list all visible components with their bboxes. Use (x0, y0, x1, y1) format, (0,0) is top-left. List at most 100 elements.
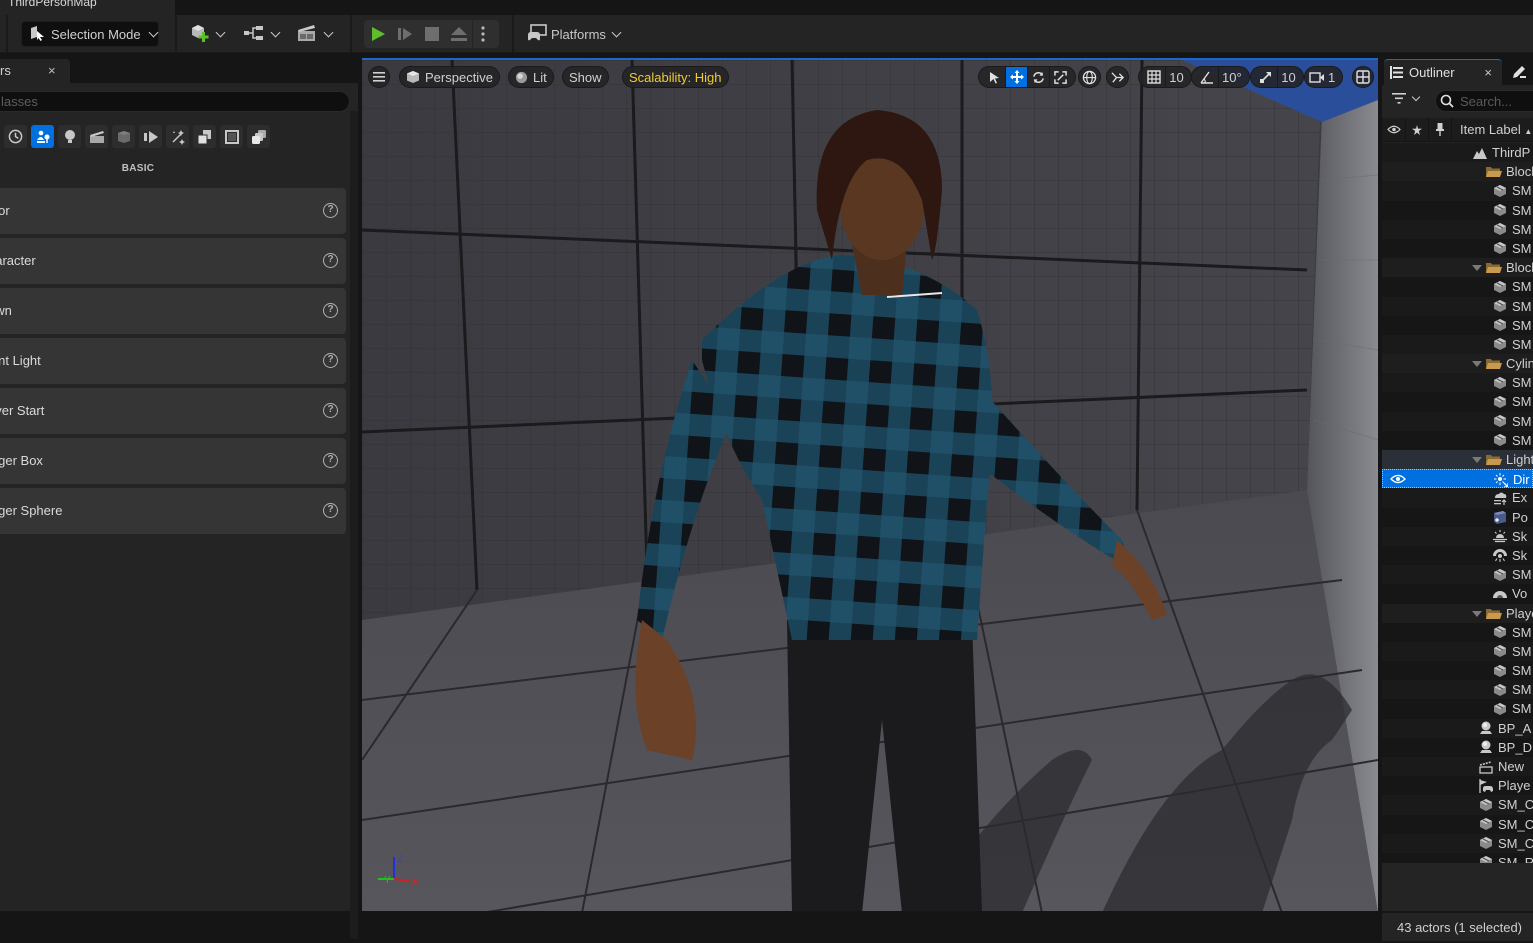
platforms-dropdown[interactable]: Platforms (527, 23, 622, 45)
outliner-actor-row[interactable]: SM (1382, 238, 1533, 259)
visibility-eye-icon[interactable] (1390, 472, 1406, 487)
category-geometry[interactable] (139, 125, 162, 148)
outliner-actor-row[interactable]: Po (1382, 507, 1533, 527)
selection-mode-dropdown[interactable]: Selection Mode (21, 21, 159, 47)
help-icon[interactable]: ? (323, 253, 338, 268)
blueprints-button[interactable] (243, 23, 281, 45)
outliner-actor-row[interactable]: SM_C (1382, 795, 1533, 815)
outliner-tab[interactable]: Outliner × (1384, 59, 1502, 85)
outliner-actor-row[interactable]: SM (1382, 565, 1533, 585)
outliner-folder-row[interactable]: Cylin (1382, 354, 1533, 374)
actor-item-actor[interactable]: ctor? (0, 188, 346, 234)
scale-tool[interactable] (1049, 67, 1071, 87)
play-button[interactable] (364, 20, 391, 48)
outliner-actor-row[interactable]: Sk (1382, 526, 1533, 546)
scale-snap-value[interactable]: 10 (1277, 67, 1299, 87)
outliner-actor-row[interactable]: SM (1382, 200, 1533, 220)
advance-frame-button[interactable] (391, 20, 418, 48)
outliner-folder-row[interactable]: Light (1382, 450, 1533, 470)
outliner-actor-row[interactable]: SM (1382, 219, 1533, 239)
help-icon[interactable]: ? (323, 503, 338, 518)
outliner-actor-row[interactable]: SM (1382, 296, 1533, 316)
outliner-actor-row[interactable]: SM (1382, 661, 1533, 681)
details-tab[interactable] (1508, 59, 1533, 85)
visibility-column[interactable] (1382, 117, 1406, 142)
help-icon[interactable]: ? (323, 453, 338, 468)
category-blueprints[interactable] (247, 125, 270, 148)
rotation-snap-toggle[interactable] (1196, 67, 1218, 87)
outliner-folder-row[interactable]: Block (1382, 162, 1533, 182)
outliner-search-input[interactable]: Search... (1435, 90, 1533, 112)
outliner-actor-row[interactable]: SM (1382, 334, 1533, 355)
outliner-actor-row[interactable]: SM (1382, 392, 1533, 412)
outliner-actor-row[interactable]: New (1382, 757, 1533, 777)
outliner-actor-row[interactable]: SM (1382, 181, 1533, 201)
outliner-actor-row[interactable]: Ex (1382, 488, 1533, 508)
cinematics-button[interactable] (296, 23, 334, 45)
outliner-filter-button[interactable] (1392, 92, 1421, 104)
level-tab[interactable]: ThirdPersonMap (0, 0, 175, 15)
viewport-layout-button[interactable] (1352, 66, 1374, 88)
actor-item-trigger-box[interactable]: igger Box? (0, 438, 346, 484)
lighting-mode-button[interactable]: Lit (508, 66, 554, 88)
outliner-actor-row[interactable]: SM (1382, 373, 1533, 393)
coordinate-space-button[interactable] (1078, 66, 1101, 88)
category-cinematic[interactable] (85, 125, 108, 148)
actor-item-trigger-sphere[interactable]: igger Sphere? (0, 488, 346, 534)
outliner-actor-row[interactable]: SM_C (1382, 833, 1533, 853)
help-icon[interactable]: ? (323, 403, 338, 418)
expand-arrow-icon[interactable] (1472, 361, 1482, 368)
pin-column[interactable] (1429, 117, 1452, 142)
category-lights[interactable] (58, 125, 81, 148)
outliner-actor-row[interactable]: SM (1382, 699, 1533, 719)
outliner-actor-row[interactable]: SM (1382, 622, 1533, 642)
category-visual-effects[interactable] (112, 125, 135, 148)
outliner-actor-row[interactable]: Vo (1382, 584, 1533, 604)
outliner-folder-row[interactable]: Block (1382, 258, 1533, 278)
grid-snap-value[interactable]: 10 (1165, 67, 1187, 87)
rotate-tool[interactable] (1027, 67, 1049, 87)
pinned-column[interactable] (1406, 117, 1429, 142)
category-basic[interactable] (31, 125, 54, 148)
category-volumes[interactable] (166, 125, 189, 148)
close-tab-icon[interactable]: × (1484, 65, 1492, 80)
select-tool[interactable] (983, 67, 1005, 87)
outliner-actor-row[interactable]: SM (1382, 315, 1533, 335)
rotation-snap-value[interactable]: 10° (1218, 67, 1245, 87)
help-icon[interactable]: ? (323, 303, 338, 318)
category-shapes[interactable] (220, 125, 243, 148)
class-search-input[interactable]: lasses (0, 91, 350, 112)
outliner-actor-row[interactable]: SM (1382, 430, 1533, 450)
help-icon[interactable]: ? (323, 203, 338, 218)
close-tab-icon[interactable]: × (48, 59, 56, 83)
stop-button[interactable] (418, 20, 445, 48)
outliner-actor-row[interactable]: SM_C (1382, 814, 1533, 834)
translate-tool[interactable] (1005, 67, 1027, 87)
viewport-menu-button[interactable] (368, 66, 390, 88)
item-label-column[interactable]: Item Label ▲ (1452, 122, 1532, 137)
surface-snapping-button[interactable] (1106, 66, 1129, 88)
level-viewport[interactable]: Perspective Lit Show Scalability: High 1… (362, 58, 1378, 911)
show-flags-button[interactable]: Show (562, 66, 609, 88)
outliner-actor-row[interactable]: Dir (1382, 469, 1533, 489)
quick-add-button[interactable] (190, 23, 226, 45)
panel-scrollbar[interactable] (350, 111, 358, 939)
outliner-actor-row[interactable]: Playe (1382, 776, 1533, 796)
expand-arrow-icon[interactable] (1472, 610, 1482, 617)
camera-speed-button[interactable]: 1 (1304, 66, 1344, 88)
outliner-actor-row[interactable]: SM (1382, 277, 1533, 297)
outliner-actor-row[interactable]: SM (1382, 641, 1533, 662)
outliner-actor-row[interactable]: BP_D (1382, 737, 1533, 757)
outliner-actor-row[interactable]: BP_A (1382, 718, 1533, 738)
scale-snap-toggle[interactable] (1255, 67, 1277, 87)
play-options-button[interactable] (472, 20, 492, 48)
actor-item-point-light[interactable]: oint Light? (0, 338, 346, 384)
outliner-folder-row[interactable]: Playe (1382, 603, 1533, 623)
expand-arrow-icon[interactable] (1472, 457, 1482, 463)
outliner-actor-row[interactable]: SM (1382, 411, 1533, 431)
expand-arrow-icon[interactable] (1472, 265, 1482, 272)
outliner-actor-row[interactable]: Sk (1382, 545, 1533, 566)
grid-snap-toggle[interactable] (1143, 67, 1165, 87)
view-mode-button[interactable]: Perspective (399, 66, 500, 88)
help-icon[interactable]: ? (323, 353, 338, 368)
